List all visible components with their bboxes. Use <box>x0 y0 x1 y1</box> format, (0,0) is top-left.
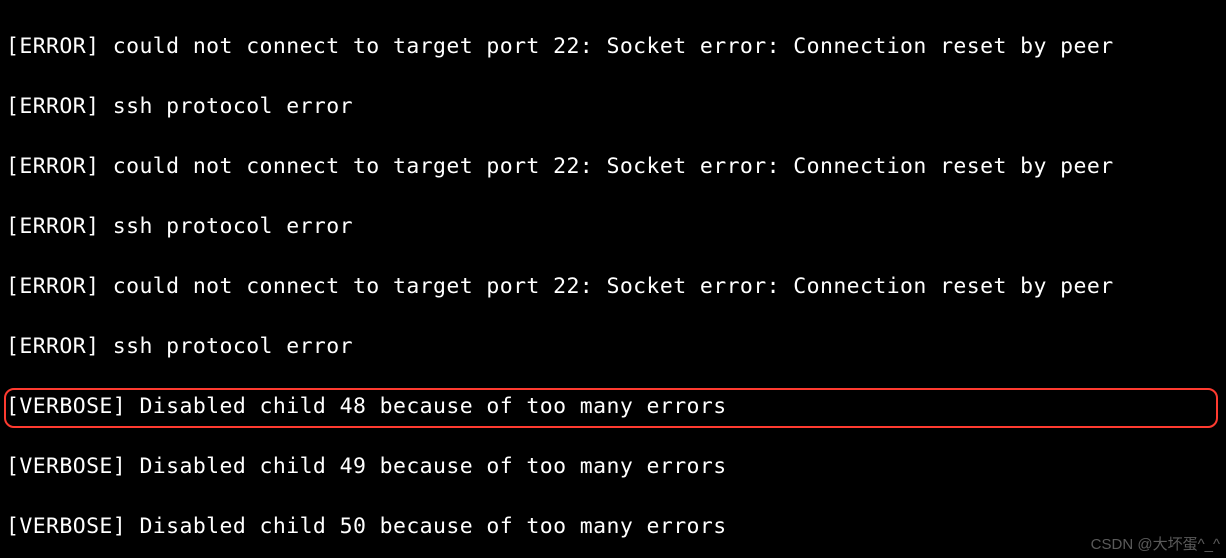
error-line: [ERROR] could not connect to target port… <box>6 152 1220 182</box>
terminal-output[interactable]: [ERROR] could not connect to target port… <box>0 0 1226 558</box>
error-line: [ERROR] ssh protocol error <box>6 332 1220 362</box>
error-line: [ERROR] could not connect to target port… <box>6 32 1220 62</box>
error-line: [ERROR] ssh protocol error <box>6 92 1220 122</box>
error-line: [ERROR] ssh protocol error <box>6 212 1220 242</box>
verbose-line: [VERBOSE] Disabled child 50 because of t… <box>6 512 1220 542</box>
verbose-line: [VERBOSE] Disabled child 49 because of t… <box>6 452 1220 482</box>
verbose-line: [VERBOSE] Disabled child 48 because of t… <box>6 392 1220 422</box>
error-line: [ERROR] could not connect to target port… <box>6 272 1220 302</box>
